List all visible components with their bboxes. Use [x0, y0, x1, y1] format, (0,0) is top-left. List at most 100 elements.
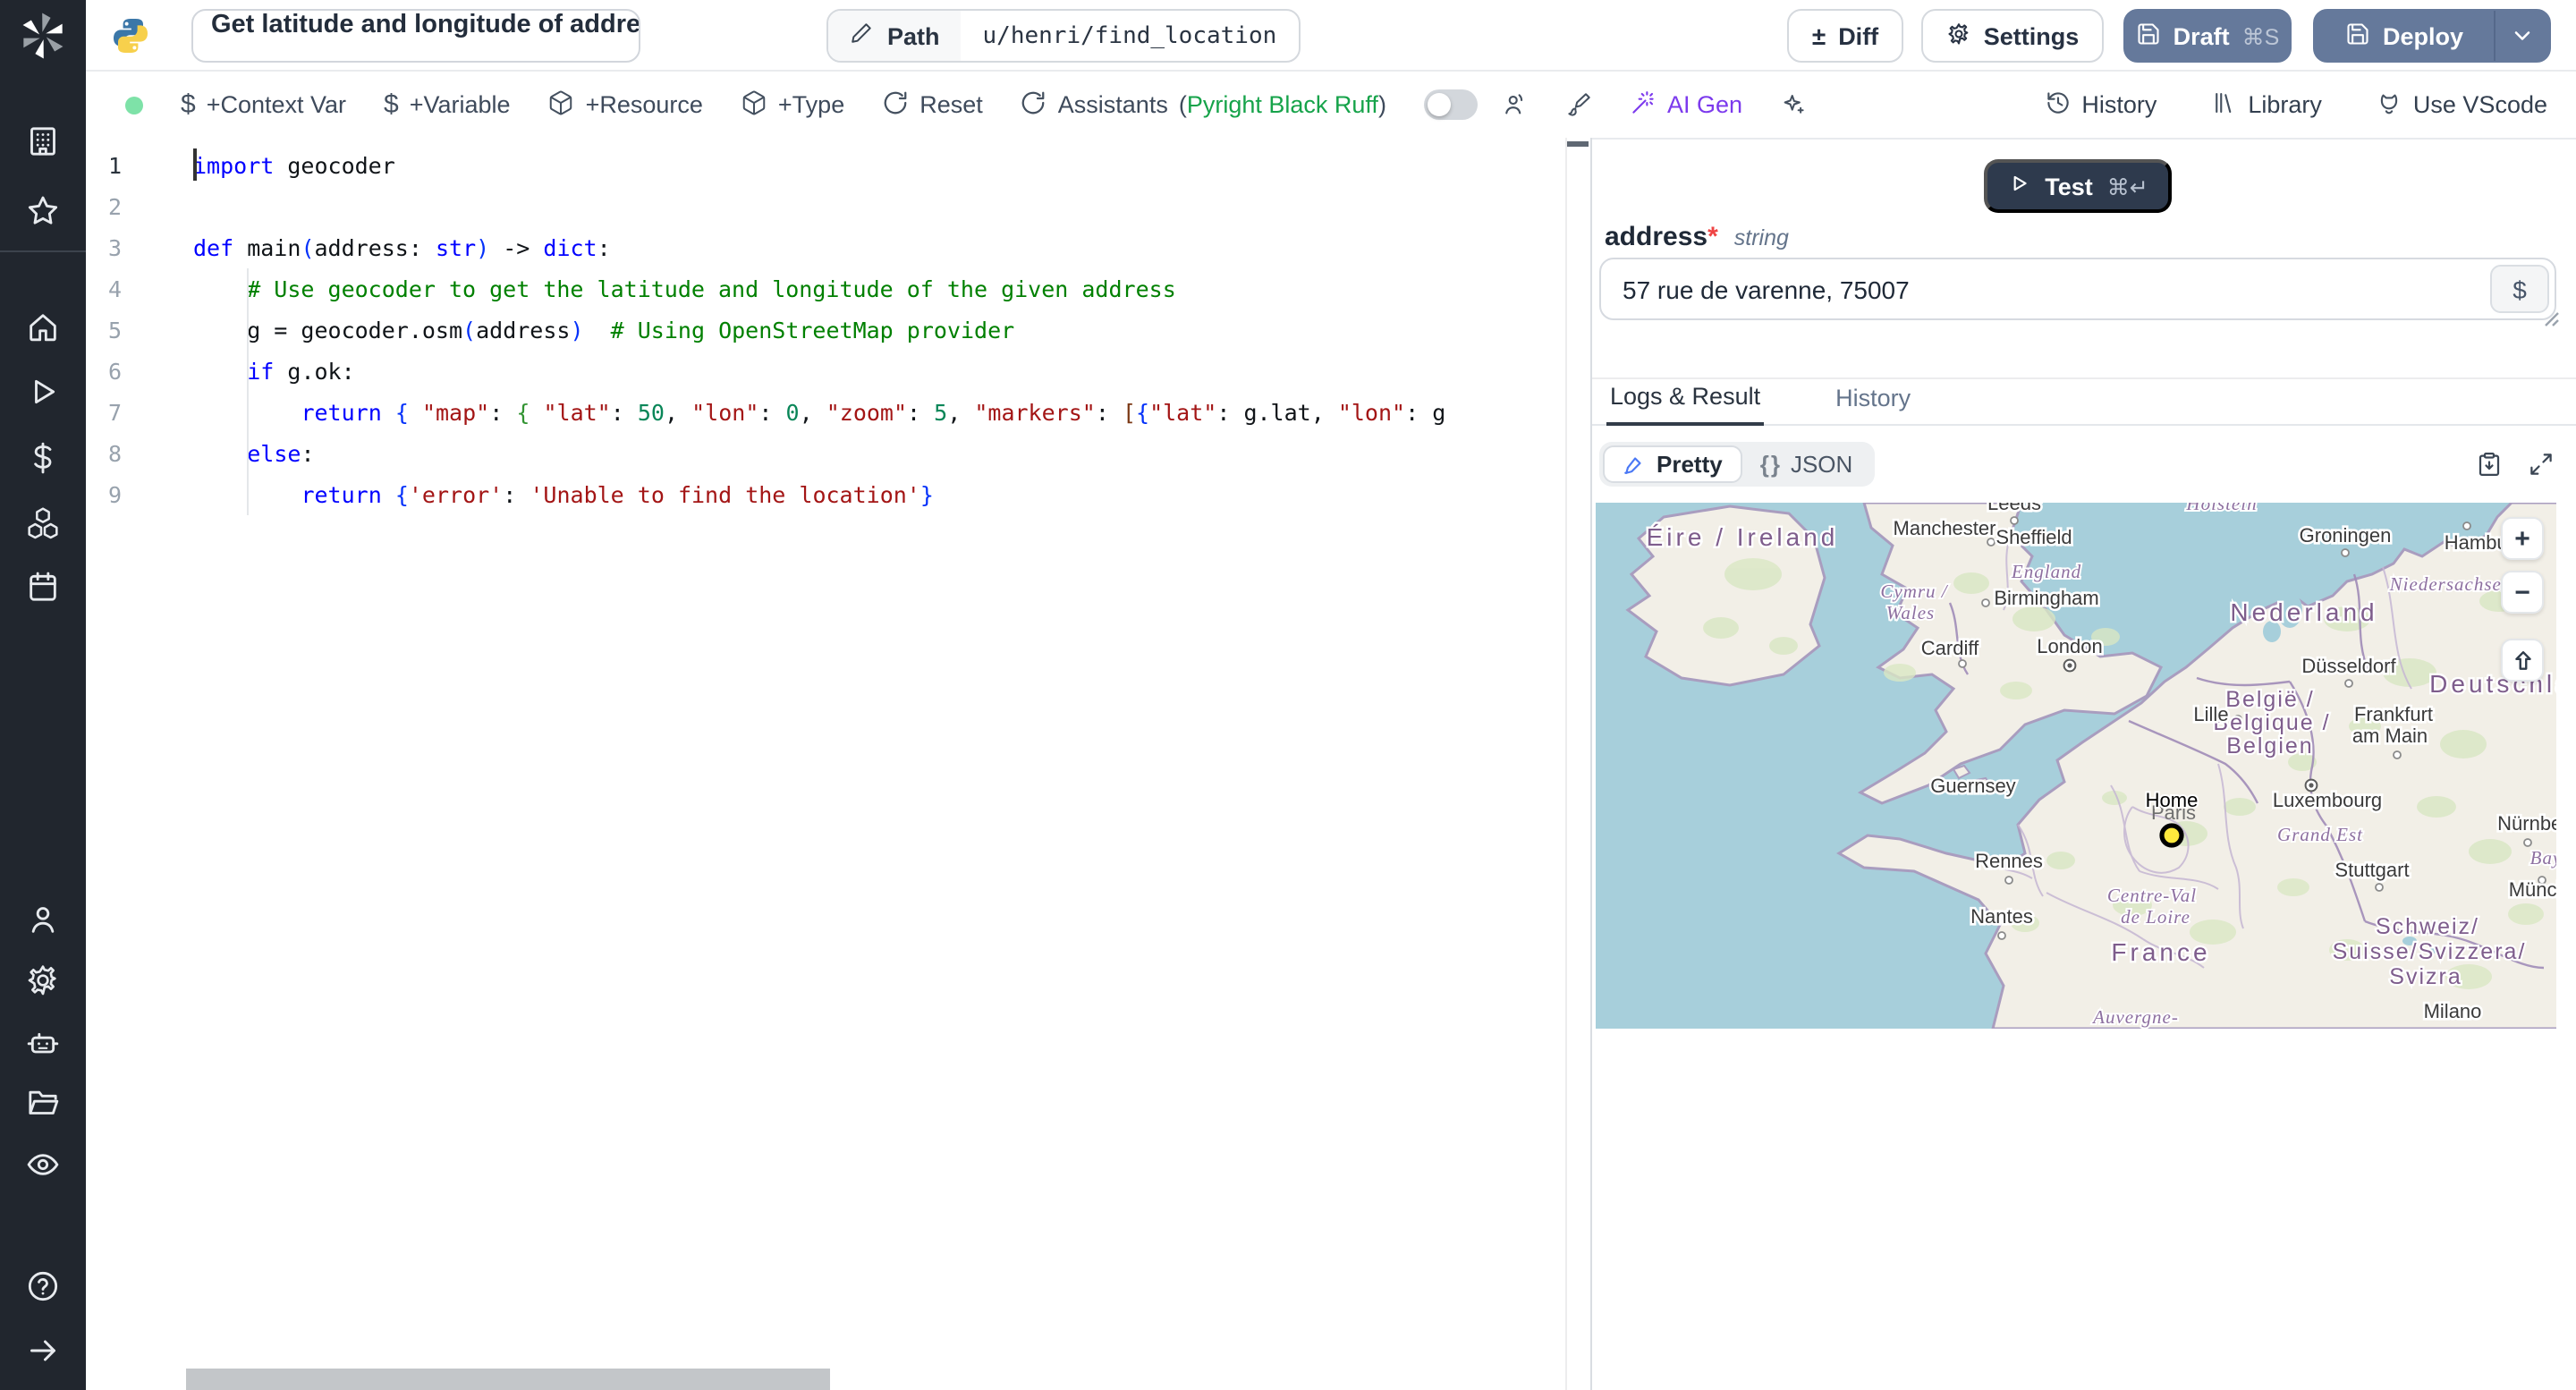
map-label: Holstein	[2185, 503, 2257, 514]
sidebar-item-users-icon[interactable]	[25, 902, 61, 937]
add-resource-button[interactable]: +Resource	[548, 89, 703, 121]
deploy-dropdown-button[interactable]	[2496, 23, 2549, 48]
editor-horizontal-scrollbar[interactable]	[186, 1369, 830, 1390]
map-label: Lille	[2193, 703, 2228, 725]
map-label: Birmingham	[1994, 587, 2098, 609]
help-icon[interactable]	[25, 1268, 61, 1304]
param-type-label: string	[1733, 225, 1789, 250]
sidebar	[0, 0, 86, 1390]
add-variable-button[interactable]: $ +Variable	[384, 89, 511, 120]
result-tabs: Logs & Result History	[1592, 377, 2576, 426]
code-line[interactable]: 4 # Use geocoder to get the latitude and…	[86, 268, 1590, 309]
sidebar-item-folders-icon[interactable]	[25, 1084, 61, 1120]
map-label: München	[2509, 878, 2556, 901]
wand-icon	[1630, 89, 1657, 121]
text-cursor	[193, 148, 196, 181]
sidebar-item-resources-icon[interactable]	[25, 504, 61, 540]
multiplayer-user-icon[interactable]	[1501, 91, 1528, 118]
editor-vertical-scrollbar[interactable]	[1565, 138, 1590, 1390]
save-icon	[2345, 21, 2370, 51]
copy-result-icon[interactable]	[2476, 450, 2503, 477]
map-zoom-in-button[interactable]: +	[2501, 517, 2544, 560]
assistant-toggle[interactable]	[1423, 89, 1478, 120]
map-label: Belgien	[2226, 733, 2313, 759]
deploy-button[interactable]: Deploy	[2313, 9, 2551, 63]
sidebar-item-runs-icon[interactable]	[25, 374, 61, 410]
add-context-var-button[interactable]: $ +Context Var	[181, 89, 346, 120]
map-label: België /	[2225, 687, 2314, 712]
play-icon	[2007, 172, 2030, 200]
resize-grip-icon[interactable]	[2544, 311, 2560, 327]
settings-button[interactable]: Settings	[1921, 9, 2104, 63]
result-view-switch: Pretty {} JSON	[1599, 441, 1875, 486]
map-label: Cymru /	[1880, 581, 1948, 602]
ai-gen-button[interactable]: AI Gen	[1630, 89, 1742, 121]
required-asterisk: *	[1707, 222, 1718, 252]
braces-icon: {}	[1759, 450, 1782, 477]
package-icon	[548, 89, 575, 121]
tab-logs-result[interactable]: Logs & Result	[1606, 376, 1765, 426]
code-line[interactable]: 8 else:	[86, 433, 1590, 474]
pencil-icon	[850, 21, 873, 50]
code-editor[interactable]: 1 import geocoder 2 3 def main(address: str)…	[86, 138, 1590, 1390]
test-button[interactable]: Test ⌘↵	[1984, 159, 2172, 213]
sidebar-item-audit-eye-icon[interactable]	[25, 1147, 61, 1182]
home-marker[interactable]	[2159, 823, 2184, 848]
map-label: Auvergne-	[2091, 1006, 2179, 1028]
format-brush-icon[interactable]	[1565, 91, 1592, 118]
expand-fullscreen-icon[interactable]	[2528, 450, 2555, 477]
map-label: England	[2011, 561, 2081, 582]
line-number: 1	[107, 152, 122, 179]
diff-icon: ±	[1811, 21, 1826, 50]
windmill-logo-icon[interactable]	[20, 13, 66, 59]
sidebar-item-home-icon[interactable]	[25, 309, 61, 345]
code-line[interactable]: 6 if g.ok:	[86, 351, 1590, 392]
favorites-star-icon[interactable]	[25, 193, 61, 229]
code-line[interactable]: 9 return {'error': 'Unable to find the l…	[86, 474, 1590, 515]
line-number: 2	[107, 193, 122, 220]
result-map[interactable]: Leeds Holstein Manchester Sheffield Éire / I…	[1596, 503, 2556, 1029]
map-label: Frankfurt	[2354, 703, 2433, 725]
insert-variable-dollar-button[interactable]: $	[2490, 265, 2549, 313]
map-label: Belgique /	[2213, 710, 2330, 735]
view-json-button[interactable]: {} JSON	[1742, 446, 1871, 480]
diff-button[interactable]: ± Diff	[1787, 9, 1903, 63]
draft-button[interactable]: Draft ⌘S	[2123, 9, 2292, 63]
sidebar-item-workers-robot-icon[interactable]	[25, 1025, 61, 1061]
use-vscode-button[interactable]: Use VScode	[2376, 89, 2547, 121]
code-line[interactable]: 7 return { "map": { "lat": 50, "lon": 0,…	[86, 392, 1590, 433]
address-input[interactable]	[1599, 258, 2556, 320]
vscode-cat-icon	[2376, 89, 2402, 121]
sidebar-item-settings-icon[interactable]	[25, 962, 61, 998]
map-label: Nürnberg	[2497, 812, 2556, 835]
map-controls: + −	[2501, 517, 2544, 682]
code-line[interactable]: 1 import geocoder	[86, 145, 1590, 186]
add-type-button[interactable]: +Type	[741, 89, 844, 121]
line-number: 9	[107, 481, 122, 508]
code-line[interactable]: 5 g = geocoder.osm(address) # Using Open…	[86, 309, 1590, 351]
view-pretty-button[interactable]: Pretty	[1603, 445, 1742, 482]
map-label: Suisse/Svizzera/	[2333, 939, 2527, 964]
sidebar-item-schedules-icon[interactable]	[25, 569, 61, 605]
param-name-label: address*	[1605, 222, 1718, 252]
history-button[interactable]: History	[2044, 89, 2157, 121]
sparkles-icon[interactable]	[1780, 91, 1807, 118]
dollar-icon: $	[384, 89, 399, 120]
path-widget[interactable]: Path u/henri/find_location	[826, 9, 1301, 63]
assistants-button[interactable]: Assistants (Pyright Black Ruff)	[1021, 89, 1386, 121]
workspace-building-icon[interactable]	[25, 123, 61, 159]
reset-button[interactable]: Reset	[882, 89, 983, 121]
line-number: 6	[107, 358, 122, 385]
tab-history[interactable]: History	[1832, 377, 1914, 424]
expand-sidebar-arrow-icon[interactable]	[25, 1333, 61, 1369]
script-title-input[interactable]: Get latitude and longitude of address	[191, 9, 640, 63]
map-zoom-out-button[interactable]: −	[2501, 571, 2544, 614]
map-recenter-button[interactable]	[2501, 639, 2544, 682]
sidebar-item-variables-icon[interactable]	[25, 440, 61, 476]
status-dot	[125, 96, 143, 114]
library-button[interactable]: Library	[2210, 89, 2322, 121]
code-line[interactable]: 3 def main(address: str) -> dict:	[86, 227, 1590, 268]
code-line[interactable]: 2	[86, 186, 1590, 227]
editor-toolbar: $ +Context Var $ +Variable +Resource +Ty…	[86, 72, 2576, 138]
save-icon	[2136, 21, 2161, 51]
